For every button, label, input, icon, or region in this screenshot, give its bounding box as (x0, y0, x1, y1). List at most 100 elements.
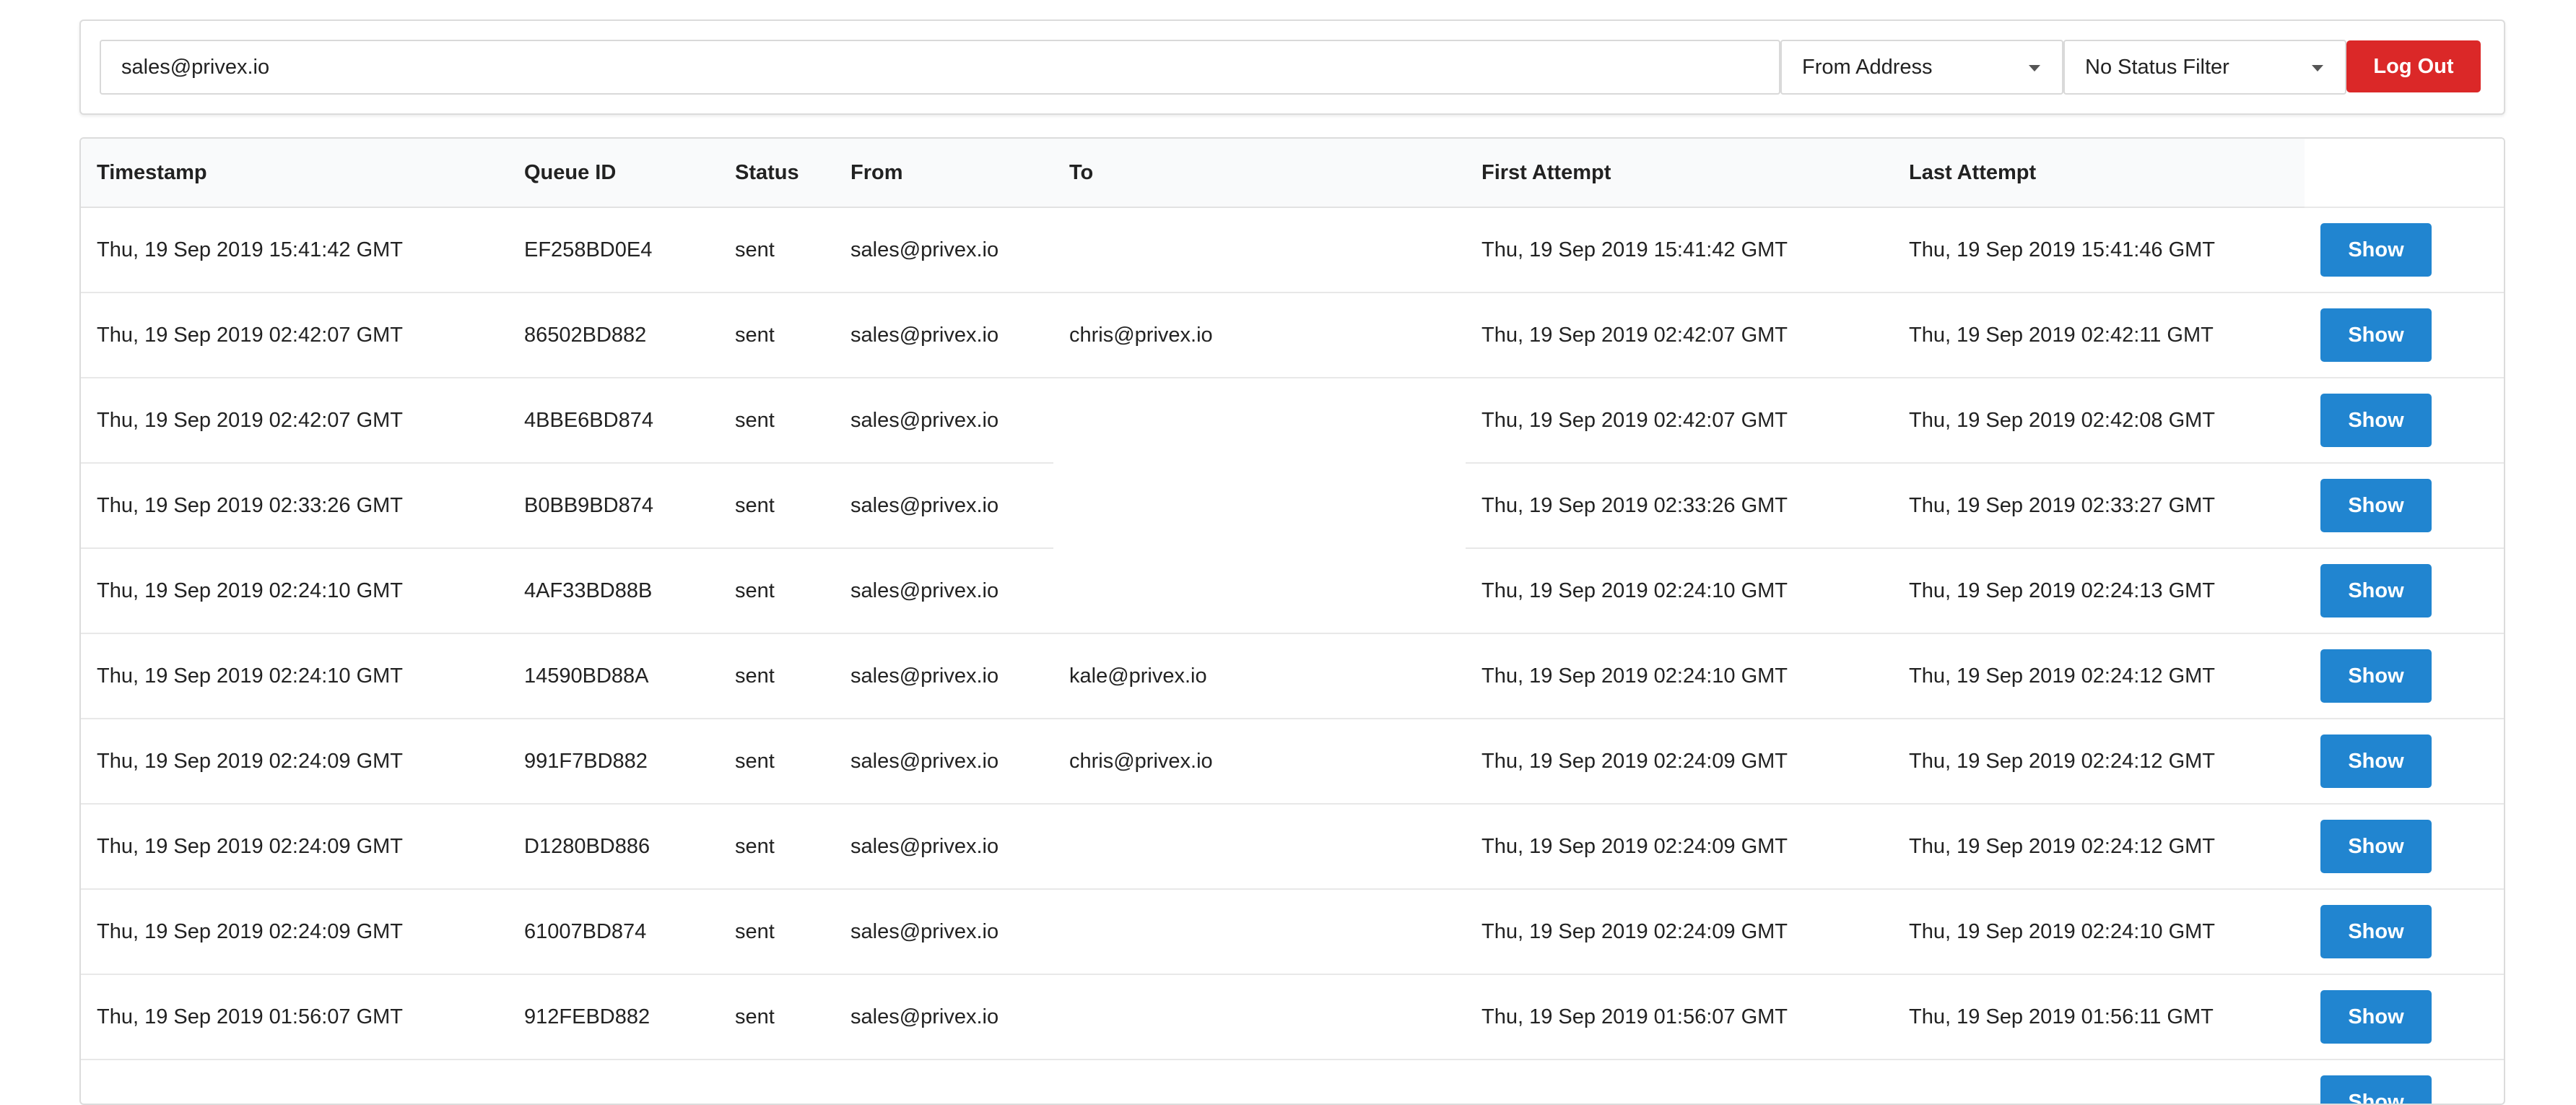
column-header-to[interactable]: To (1053, 139, 1466, 208)
cell-last-attempt: Thu, 19 Sep 2019 01:56:11 GMT (1893, 974, 2305, 1060)
cell-to (1053, 462, 1466, 548)
column-header-timestamp[interactable]: Timestamp (81, 139, 508, 208)
caret-down-icon (2312, 65, 2323, 72)
table-row: Thu, 19 Sep 2019 02:42:07 GMT 86502BD882 s… (81, 292, 2504, 378)
cell-first-attempt: Thu, 19 Sep 2019 02:42:07 GMT (1466, 292, 1893, 378)
cell-queue-id: 912FEBD882 (508, 974, 719, 1060)
cell-actions: Show (2305, 547, 2504, 633)
table-row: Thu, 19 Sep 2019 02:24:09 GMT 61007BD874 s… (81, 888, 2504, 974)
show-button[interactable]: Show (2320, 394, 2432, 447)
cell-first-attempt: Thu, 19 Sep 2019 02:24:10 GMT (1466, 547, 1893, 633)
status-filter-value: No Status Filter (2085, 55, 2229, 79)
cell-last-attempt: Thu, 19 Sep 2019 02:33:27 GMT (1893, 462, 2305, 548)
cell-first-attempt (1466, 1059, 1893, 1104)
cell-timestamp: Thu, 19 Sep 2019 02:24:09 GMT (81, 718, 508, 804)
cell-timestamp (81, 1059, 508, 1104)
cell-first-attempt: Thu, 19 Sep 2019 02:42:07 GMT (1466, 377, 1893, 463)
column-header-from[interactable]: From (835, 139, 1053, 208)
cell-from: sales@privex.io (835, 803, 1053, 889)
queue-table-panel: Timestamp Queue ID Status From To First … (79, 137, 2505, 1105)
cell-from: sales@privex.io (835, 974, 1053, 1060)
show-button[interactable]: Show (2320, 308, 2432, 362)
show-button[interactable]: Show (2320, 564, 2432, 618)
cell-actions: Show (2305, 633, 2504, 719)
cell-actions: Show (2305, 1059, 2504, 1104)
cell-status: sent (719, 377, 835, 463)
cell-to (1053, 803, 1466, 889)
cell-first-attempt: Thu, 19 Sep 2019 15:41:42 GMT (1466, 207, 1893, 292)
cell-actions: Show (2305, 377, 2504, 463)
cell-queue-id (508, 1059, 719, 1104)
logout-button[interactable]: Log Out (2346, 40, 2481, 92)
table-row: Show (81, 1059, 2504, 1104)
cell-actions: Show (2305, 888, 2504, 974)
show-button[interactable]: Show (2320, 223, 2432, 277)
field-select[interactable]: From Address (1780, 40, 2063, 95)
cell-from: sales@privex.io (835, 718, 1053, 804)
cell-from: sales@privex.io (835, 462, 1053, 548)
cell-timestamp: Thu, 19 Sep 2019 02:24:10 GMT (81, 633, 508, 719)
table-row: Thu, 19 Sep 2019 15:41:42 GMT EF258BD0E4 s… (81, 207, 2504, 292)
cell-queue-id: 14590BD88A (508, 633, 719, 719)
cell-from: sales@privex.io (835, 888, 1053, 974)
cell-status: sent (719, 718, 835, 804)
column-header-first-attempt[interactable]: First Attempt (1466, 139, 1893, 208)
cell-from: sales@privex.io (835, 207, 1053, 292)
cell-timestamp: Thu, 19 Sep 2019 02:42:07 GMT (81, 292, 508, 378)
field-select-value: From Address (1802, 55, 1933, 79)
cell-status: sent (719, 207, 835, 292)
cell-from: sales@privex.io (835, 547, 1053, 633)
show-button[interactable]: Show (2320, 479, 2432, 532)
cell-first-attempt: Thu, 19 Sep 2019 02:24:10 GMT (1466, 633, 1893, 719)
cell-queue-id: B0BB9BD874 (508, 462, 719, 548)
caret-down-icon (2029, 65, 2040, 72)
cell-queue-id: D1280BD886 (508, 803, 719, 889)
cell-last-attempt (1893, 1059, 2305, 1104)
cell-last-attempt: Thu, 19 Sep 2019 02:24:10 GMT (1893, 888, 2305, 974)
show-button[interactable]: Show (2320, 649, 2432, 703)
cell-last-attempt: Thu, 19 Sep 2019 15:41:46 GMT (1893, 207, 2305, 292)
table-row: Thu, 19 Sep 2019 02:24:10 GMT 14590BD88A s… (81, 633, 2504, 719)
column-header-status[interactable]: Status (719, 139, 835, 208)
show-button[interactable]: Show (2320, 905, 2432, 958)
column-header-queue-id[interactable]: Queue ID (508, 139, 719, 208)
cell-status: sent (719, 462, 835, 548)
cell-first-attempt: Thu, 19 Sep 2019 02:24:09 GMT (1466, 803, 1893, 889)
cell-queue-id: EF258BD0E4 (508, 207, 719, 292)
cell-actions: Show (2305, 462, 2504, 548)
cell-actions: Show (2305, 207, 2504, 292)
table-row: Thu, 19 Sep 2019 01:56:07 GMT 912FEBD882 s… (81, 974, 2504, 1060)
cell-last-attempt: Thu, 19 Sep 2019 02:24:13 GMT (1893, 547, 2305, 633)
cell-status: sent (719, 633, 835, 719)
cell-to (1053, 888, 1466, 974)
cell-last-attempt: Thu, 19 Sep 2019 02:24:12 GMT (1893, 803, 2305, 889)
cell-last-attempt: Thu, 19 Sep 2019 02:24:12 GMT (1893, 633, 2305, 719)
cell-to (1053, 377, 1466, 463)
show-button[interactable]: Show (2320, 990, 2432, 1044)
cell-to: chris@privex.io (1053, 292, 1466, 378)
cell-last-attempt: Thu, 19 Sep 2019 02:42:11 GMT (1893, 292, 2305, 378)
cell-timestamp: Thu, 19 Sep 2019 15:41:42 GMT (81, 207, 508, 292)
table-row: Thu, 19 Sep 2019 02:42:07 GMT 4BBE6BD874 s… (81, 377, 2504, 463)
cell-timestamp: Thu, 19 Sep 2019 02:42:07 GMT (81, 377, 508, 463)
cell-actions: Show (2305, 292, 2504, 378)
status-filter-select[interactable]: No Status Filter (2063, 40, 2346, 95)
show-button[interactable]: Show (2320, 734, 2432, 788)
search-input[interactable] (100, 40, 1780, 95)
cell-first-attempt: Thu, 19 Sep 2019 02:24:09 GMT (1466, 888, 1893, 974)
table-header-row: Timestamp Queue ID Status From To First … (81, 139, 2504, 208)
show-button[interactable]: Show (2320, 820, 2432, 873)
show-button[interactable]: Show (2320, 1075, 2432, 1104)
cell-timestamp: Thu, 19 Sep 2019 02:24:09 GMT (81, 803, 508, 889)
cell-status (719, 1059, 835, 1104)
cell-first-attempt: Thu, 19 Sep 2019 01:56:07 GMT (1466, 974, 1893, 1060)
cell-from: sales@privex.io (835, 292, 1053, 378)
cell-last-attempt: Thu, 19 Sep 2019 02:24:12 GMT (1893, 718, 2305, 804)
column-header-last-attempt[interactable]: Last Attempt (1893, 139, 2305, 208)
table-row: Thu, 19 Sep 2019 02:24:09 GMT D1280BD886 s… (81, 803, 2504, 889)
table-row: Thu, 19 Sep 2019 02:33:26 GMT B0BB9BD874 s… (81, 462, 2504, 548)
cell-to (1053, 207, 1466, 292)
cell-actions: Show (2305, 974, 2504, 1060)
cell-from: sales@privex.io (835, 633, 1053, 719)
cell-queue-id: 86502BD882 (508, 292, 719, 378)
